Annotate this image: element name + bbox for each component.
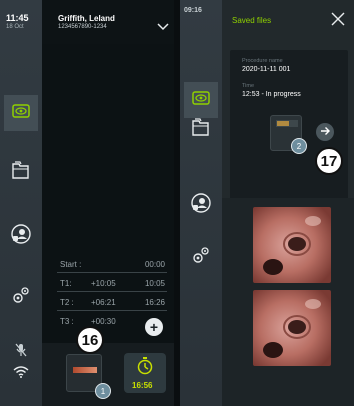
clock-time: 09:16 [184,7,202,14]
patient-id: 1234567890-1234 [58,24,107,30]
procedure-name-value: 2020-11-11 001 [242,66,291,73]
nav-user-button[interactable] [10,223,32,250]
wifi-icon [13,365,29,383]
panel-title: Saved files [232,16,272,25]
folders-icon [191,116,211,143]
nav-settings-button[interactable] [10,285,32,309]
folders-icon [11,159,31,186]
nav-saved-files-button[interactable] [10,159,32,185]
eye-icon [192,90,210,110]
close-button[interactable] [331,12,347,28]
clock-time: 11:45 [6,13,29,23]
nav-user-button[interactable] [190,192,212,219]
timer-row: T2 : +06:21 16:26 [57,292,167,311]
nav-live-view-button[interactable] [4,95,38,131]
open-procedure-button[interactable] [316,123,334,141]
microphone-toggle[interactable] [14,343,28,362]
endoscopy-image[interactable] [253,207,331,283]
user-lock-icon [10,223,32,250]
sidebar: 11:45 18 Oct [0,0,42,406]
nav-settings-button[interactable] [190,245,212,269]
timer-row: T1: +10:05 10:05 [57,273,167,292]
monitor-screen-saved-files: 09:16 Saved files Procedure name 2020-11… [180,0,354,406]
add-timer-button[interactable]: + [145,318,163,336]
stopwatch-icon [137,357,153,380]
thumbnail-preview-strip [277,121,289,126]
patient-dropdown-toggle[interactable] [157,23,169,31]
patient-name: Griffith, Leland [58,14,115,23]
endoscopy-image[interactable] [253,290,331,366]
time-label: Time [242,83,255,89]
nav-saved-files-button[interactable] [190,116,212,142]
file-count-badge: 2 [291,138,307,154]
gears-icon [10,284,32,311]
nav-live-view-button[interactable] [184,82,218,118]
callout-number: 17 [315,147,343,175]
sidebar: 09:16 [180,0,222,406]
chevron-down-icon [157,18,169,36]
close-icon [331,12,345,30]
clock-date: 18 Oct [6,24,24,30]
timer-row: Start : 00:00 [57,254,167,273]
procedure-name-label: Procedure name [242,58,283,64]
monitor-screen-main: 11:45 18 Oct Griffith, Leland 1234567890… [0,0,174,406]
arrow-right-icon [320,123,330,141]
eye-icon [12,103,30,123]
screenshot-root: 11:45 18 Oct Griffith, Leland 1234567890… [0,0,354,406]
mic-off-icon [15,343,27,362]
callout-number: 16 [76,326,104,354]
timer-value: 16:56 [132,381,153,390]
plus-icon: + [149,319,159,335]
thumbnail-preview [73,367,97,373]
time-value: 12:53 - In progress [242,91,301,98]
saved-count-badge: 1 [95,383,111,399]
gears-icon [190,244,212,271]
wifi-status [13,365,29,383]
user-lock-icon [190,192,212,219]
